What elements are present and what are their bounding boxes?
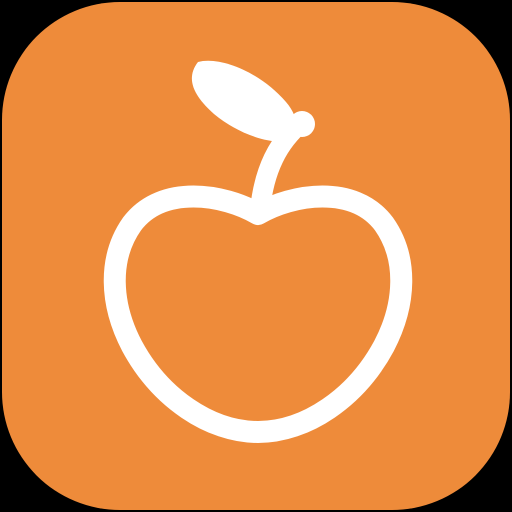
apple-icon <box>103 60 413 443</box>
apple-body-outline <box>103 185 413 443</box>
app-icon-tile[interactable] <box>2 2 510 510</box>
apple-stem-knob <box>289 111 315 137</box>
